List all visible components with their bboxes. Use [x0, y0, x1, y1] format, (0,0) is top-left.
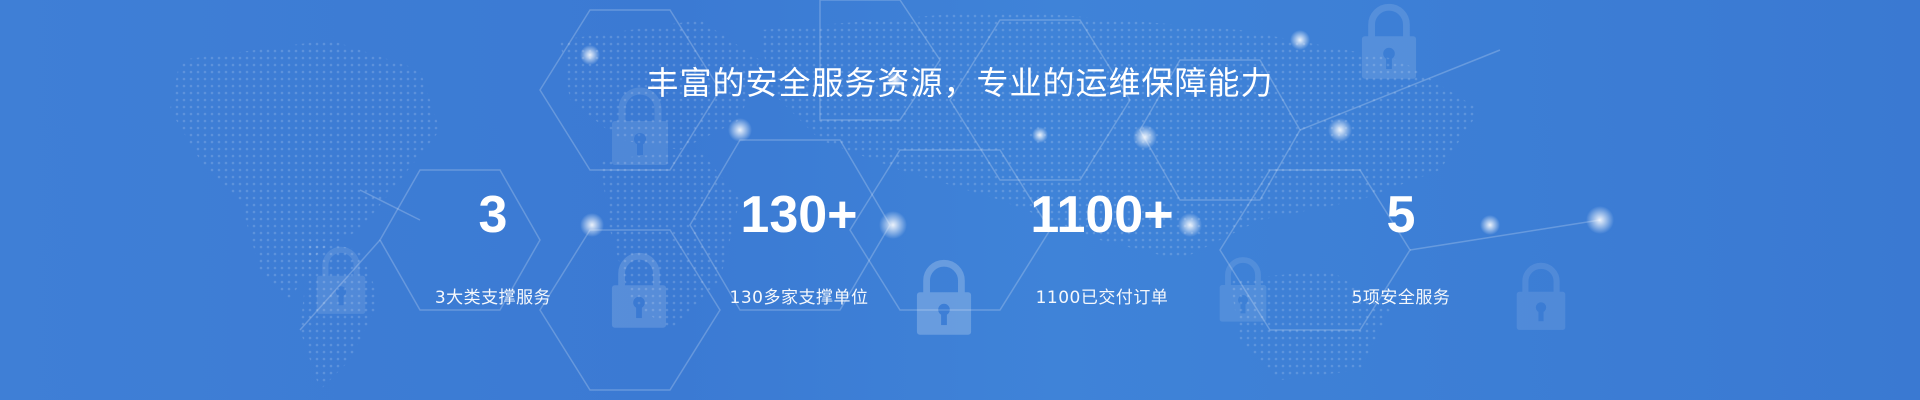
stat-label: 3大类支撑服务	[434, 288, 552, 308]
stat-delivered-orders: 1100+ 1100已交付订单	[952, 180, 1252, 310]
stat-number: 1100+	[1030, 186, 1174, 244]
stat-security-services: 5 5项安全服务	[1251, 180, 1551, 310]
stat-service-categories: 3 3大类支撑服务	[343, 180, 643, 310]
stat-label: 130多家支撑单位	[729, 288, 869, 308]
stat-number: 3	[478, 186, 508, 244]
stat-support-units: 130+ 130多家支撑单位	[649, 180, 949, 310]
stat-label: 1100已交付订单	[1035, 288, 1169, 308]
stat-number: 5	[1386, 186, 1416, 244]
banner-headline: 丰富的安全服务资源，专业的运维保障能力	[646, 64, 1274, 102]
stats-banner: 丰富的安全服务资源，专业的运维保障能力 3 3大类支撑服务 130+ 130多家…	[0, 0, 1920, 400]
stat-label: 5项安全服务	[1351, 288, 1451, 308]
stat-number: 130+	[740, 186, 858, 244]
